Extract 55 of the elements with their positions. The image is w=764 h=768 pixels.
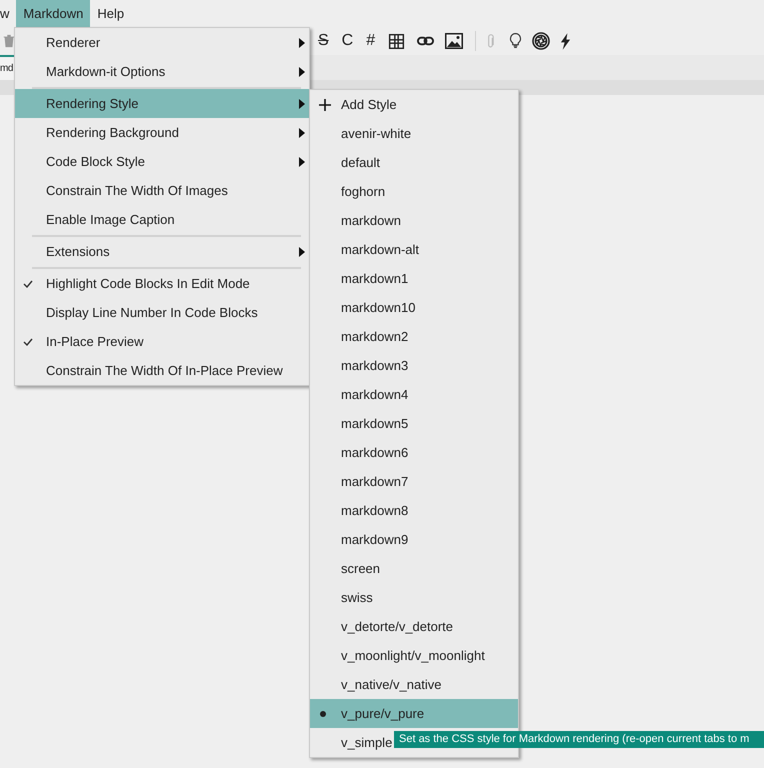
submenu-item[interactable]: swiss <box>310 583 518 612</box>
menu-item[interactable]: Constrain The Width Of Images <box>15 176 309 205</box>
submenu-item[interactable]: markdown5 <box>310 409 518 438</box>
menu-item[interactable]: Enable Image Caption <box>15 205 309 234</box>
submenu-item[interactable]: markdown7 <box>310 467 518 496</box>
menu-bar-item[interactable]: Markdown <box>16 0 90 27</box>
submenu-item[interactable]: v_pure/v_pure <box>310 699 518 728</box>
submenu-arrow-icon <box>299 66 305 76</box>
submenu-item[interactable]: Add Style <box>310 90 518 119</box>
submenu-arrow-icon <box>299 38 305 48</box>
image-icon[interactable] <box>445 33 464 49</box>
submenu-item[interactable]: markdown10 <box>310 293 518 322</box>
format-button[interactable]: S <box>318 31 329 51</box>
submenu-item[interactable]: v_moonlight/v_moonlight <box>310 641 518 670</box>
tooltip: Set as the CSS style for Markdown rendering (re-open current tabs to m <box>394 731 764 748</box>
menu-item[interactable]: Renderer <box>15 28 309 57</box>
menu-item[interactable]: Constrain The Width Of In-Place Preview <box>15 356 309 385</box>
submenu-arrow-icon <box>299 156 305 166</box>
submenu-item[interactable]: v_detorte/v_detorte <box>310 612 518 641</box>
menu-item[interactable]: Extensions <box>15 237 309 266</box>
menu-item[interactable]: Markdown-it Options <box>15 57 309 86</box>
submenu-item[interactable]: screen <box>310 554 518 583</box>
submenu-item[interactable]: markdown1 <box>310 264 518 293</box>
link-icon[interactable] <box>417 36 434 46</box>
plus-icon <box>319 98 331 110</box>
submenu-item[interactable]: markdown9 <box>310 525 518 554</box>
menu-bar-item[interactable]: w <box>0 0 16 27</box>
lightning-icon[interactable] <box>560 32 572 50</box>
menu-item[interactable]: Highlight Code Blocks In Edit Mode <box>15 269 309 298</box>
submenu-item[interactable]: markdown6 <box>310 438 518 467</box>
light-bulb-icon[interactable] <box>509 32 522 50</box>
submenu-item[interactable]: markdown2 <box>310 322 518 351</box>
menu-item[interactable]: Display Line Number In Code Blocks <box>15 298 309 327</box>
submenu-item[interactable]: markdown4 <box>310 380 518 409</box>
submenu-item[interactable]: markdown8 <box>310 496 518 525</box>
submenu-arrow-icon <box>299 98 305 108</box>
submenu-item[interactable]: markdown-alt <box>310 235 518 264</box>
menu-item[interactable]: Rendering Background <box>15 118 309 147</box>
aperture-icon[interactable] <box>532 32 550 50</box>
table-icon[interactable] <box>388 32 406 50</box>
format-button[interactable]: C <box>342 31 354 51</box>
menu-item[interactable]: In-Place Preview <box>15 327 309 356</box>
submenu-item[interactable]: avenir-white <box>310 119 518 148</box>
submenu-item[interactable]: markdown3 <box>310 351 518 380</box>
submenu-arrow-icon <box>299 128 305 138</box>
menu-item[interactable]: Rendering Style <box>15 89 309 118</box>
document-tab[interactable]: md <box>0 55 14 80</box>
submenu-item[interactable]: foghorn <box>310 177 518 206</box>
submenu-item[interactable]: markdown <box>310 206 518 235</box>
menu-bar-item[interactable]: Help <box>90 0 132 27</box>
format-button[interactable]: # <box>366 31 376 51</box>
submenu-item[interactable]: v_native/v_native <box>310 670 518 699</box>
submenu-arrow-icon <box>299 246 305 256</box>
submenu-item[interactable]: default <box>310 148 518 177</box>
menu-item[interactable]: Code Block Style <box>15 147 309 176</box>
